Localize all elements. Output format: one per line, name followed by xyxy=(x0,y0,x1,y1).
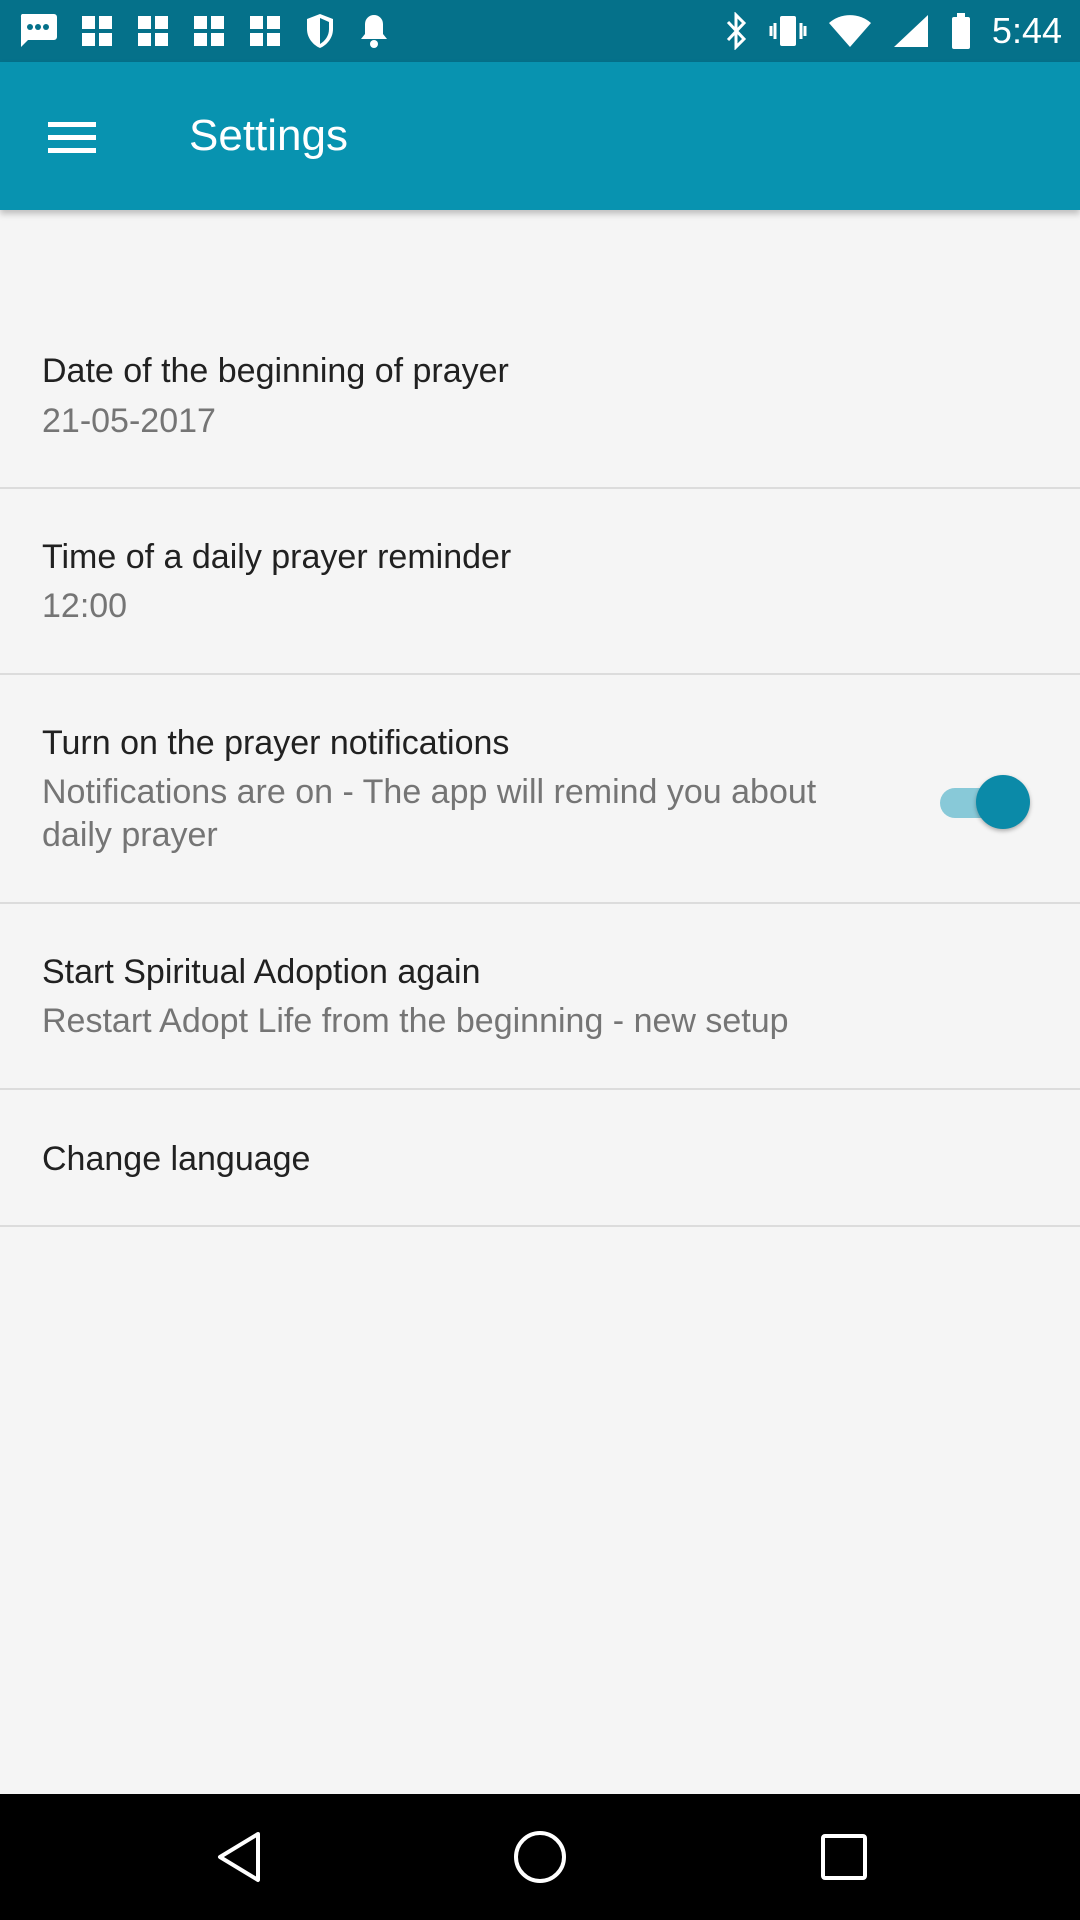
bell-icon xyxy=(358,12,390,50)
pref-title: Change language xyxy=(42,1140,311,1178)
image-icon xyxy=(192,14,226,48)
battery-icon xyxy=(950,12,972,50)
pref-start-date[interactable]: Date of the beginning of prayer 21-05-20… xyxy=(0,210,1080,489)
wifi-icon xyxy=(828,13,872,49)
status-bar: 5:44 xyxy=(0,0,1080,62)
shield-icon xyxy=(304,12,336,50)
menu-icon xyxy=(48,122,96,153)
pref-reminder-time[interactable]: Time of a daily prayer reminder 12:00 xyxy=(0,489,1080,675)
menu-button[interactable] xyxy=(36,102,108,174)
image-icon xyxy=(136,14,170,48)
signal-icon xyxy=(892,13,930,49)
image-icon xyxy=(80,14,114,48)
image-icon xyxy=(248,14,282,48)
home-button[interactable] xyxy=(510,1827,570,1887)
recents-button[interactable] xyxy=(814,1827,874,1887)
chat-icon xyxy=(18,12,58,50)
back-button[interactable] xyxy=(209,1827,269,1887)
toggle-thumb xyxy=(976,775,1030,829)
navigation-bar xyxy=(0,1794,1080,1920)
bluetooth-icon xyxy=(724,12,748,50)
pref-language[interactable]: Change language xyxy=(0,1090,1080,1227)
pref-summary: Notifications are on - The app will remi… xyxy=(42,773,817,854)
home-icon xyxy=(514,1831,566,1883)
pref-summary: Restart Adopt Life from the beginning - … xyxy=(42,1002,789,1040)
system-icons: 5:44 xyxy=(724,10,1062,52)
pref-summary: 12:00 xyxy=(42,587,128,625)
pref-notifications[interactable]: Turn on the prayer notifications Notific… xyxy=(0,675,1080,904)
notification-icons xyxy=(18,10,390,52)
app-bar: Settings xyxy=(0,62,1080,210)
back-icon xyxy=(218,1832,260,1882)
notifications-toggle[interactable] xyxy=(940,769,1030,829)
pref-restart[interactable]: Start Spiritual Adoption again Restart A… xyxy=(0,904,1080,1090)
pref-title: Turn on the prayer notifications xyxy=(42,724,510,762)
recents-icon xyxy=(821,1834,867,1880)
pref-title: Date of the beginning of prayer xyxy=(42,352,509,390)
pref-summary: 21-05-2017 xyxy=(42,402,216,440)
pref-title: Time of a daily prayer reminder xyxy=(42,538,512,576)
settings-screen: 5:44 Settings Date of the beginning of p… xyxy=(0,0,1080,1920)
page-title: Settings xyxy=(189,111,348,160)
vibrate-icon xyxy=(768,12,808,50)
pref-title: Start Spiritual Adoption again xyxy=(42,953,481,991)
status-time: 5:44 xyxy=(991,10,1062,51)
